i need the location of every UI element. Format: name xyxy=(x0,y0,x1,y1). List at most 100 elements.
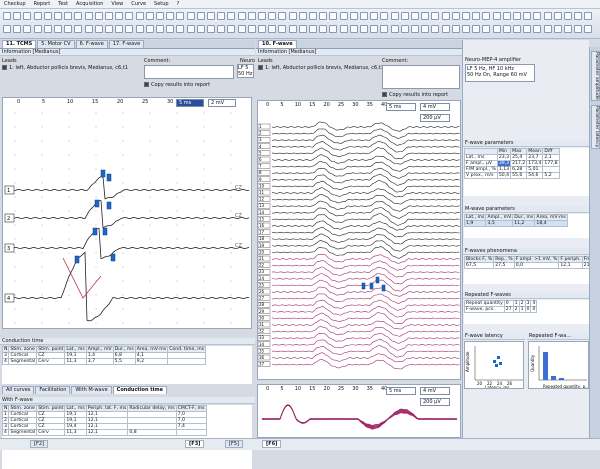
table-row[interactable]: 4SegmentalCerv11,312,10,8 xyxy=(3,430,207,436)
toolbar-tool-icon[interactable] xyxy=(299,12,307,20)
toolbar-tool-icon[interactable] xyxy=(23,25,31,33)
bottom-tab-f2[interactable]: [F2] xyxy=(30,440,48,448)
toolbar-tool-icon[interactable] xyxy=(564,12,572,20)
toolbar-tool-icon[interactable] xyxy=(289,25,297,33)
toolbar-tool-icon[interactable] xyxy=(574,25,582,33)
toolbar-tool-icon[interactable] xyxy=(258,25,266,33)
toolbar-tool-icon[interactable] xyxy=(176,12,184,20)
toolbar-tool-icon[interactable] xyxy=(187,12,195,20)
table-row[interactable]: 67,527,50,012,121,5 xyxy=(465,263,600,269)
overlay-time-div-select[interactable]: 5 ms xyxy=(386,387,416,395)
table-row[interactable]: F ampl., µV39,3217,2173,4177,8 xyxy=(465,161,560,167)
menu-report[interactable]: Report xyxy=(34,1,51,7)
bottom-tab-f6[interactable]: [F6] xyxy=(262,440,281,448)
toolbar-tool-icon[interactable] xyxy=(105,25,113,33)
fwave-copy-checkbox[interactable] xyxy=(382,92,387,97)
lead-checkbox[interactable] xyxy=(2,65,7,70)
tab-tcms[interactable]: 11. TCMS xyxy=(2,40,36,48)
table-row[interactable]: V prox., m/s50,455,654,65,2 xyxy=(465,173,560,179)
toolbar-tool-icon[interactable] xyxy=(421,12,429,20)
toolbar-tool-icon[interactable] xyxy=(431,12,439,20)
toolbar-tool-icon[interactable] xyxy=(13,25,21,33)
toolbar-tool-icon[interactable] xyxy=(380,12,388,20)
toolbar-tool-icon[interactable] xyxy=(238,12,246,20)
toolbar-tool-icon[interactable] xyxy=(289,12,297,20)
toolbar-tool-icon[interactable] xyxy=(74,12,82,20)
toolbar-tool-icon[interactable] xyxy=(115,12,123,20)
toolbar-tool-icon[interactable] xyxy=(136,25,144,33)
toolbar-tool-icon[interactable] xyxy=(74,25,82,33)
tcms-plot[interactable]: 1CZ2CZ3CZ4 xyxy=(2,97,252,329)
toolbar-tool-icon[interactable] xyxy=(115,25,123,33)
toolbar-tool-icon[interactable] xyxy=(340,12,348,20)
toolbar-tool-icon[interactable] xyxy=(584,12,592,20)
toolbar-tool-icon[interactable] xyxy=(268,25,276,33)
toolbar-tool-icon[interactable] xyxy=(23,12,31,20)
toolbar-tool-icon[interactable] xyxy=(574,12,582,20)
toolbar-tool-icon[interactable] xyxy=(187,25,195,33)
table-row[interactable]: 1,93,511,218,4 xyxy=(465,221,568,227)
toolbar-tool-icon[interactable] xyxy=(523,12,531,20)
fwave-gain1-select[interactable]: 4 mV xyxy=(420,103,450,111)
toolbar-tool-icon[interactable] xyxy=(95,12,103,20)
comment-field[interactable] xyxy=(144,65,234,79)
toolbar-tool-icon[interactable] xyxy=(503,25,511,33)
fwave-copy-option[interactable]: Copy results into report xyxy=(382,92,448,98)
toolbar-tool-icon[interactable] xyxy=(156,25,164,33)
toolbar-tool-icon[interactable] xyxy=(319,25,327,33)
toolbar-tool-icon[interactable] xyxy=(166,12,174,20)
toolbar-tool-icon[interactable] xyxy=(54,12,62,20)
toolbar-tool-icon[interactable] xyxy=(44,25,52,33)
toolbar-tool-icon[interactable] xyxy=(64,25,72,33)
menu-help[interactable]: ? xyxy=(177,1,180,7)
toolbar-tool-icon[interactable] xyxy=(554,25,562,33)
sub-tab-all-curves[interactable]: All curves xyxy=(2,386,34,394)
toolbar-tool-icon[interactable] xyxy=(472,12,480,20)
toolbar-tool-icon[interactable] xyxy=(34,25,42,33)
toolbar-tool-icon[interactable] xyxy=(166,25,174,33)
toolbar-tool-icon[interactable] xyxy=(462,12,470,20)
toolbar-tool-icon[interactable] xyxy=(370,12,378,20)
toolbar-tool-icon[interactable] xyxy=(411,12,419,20)
toolbar-tool-icon[interactable] xyxy=(513,25,521,33)
toolbar-tool-icon[interactable] xyxy=(197,25,205,33)
toolbar-tool-icon[interactable] xyxy=(3,25,11,33)
toolbar-tool-icon[interactable] xyxy=(391,25,399,33)
tcms-gain-select[interactable]: 2 mV xyxy=(208,99,236,107)
toolbar-tool-icon[interactable] xyxy=(391,12,399,20)
sub-tab-conduction-time[interactable]: Conduction time xyxy=(113,386,167,394)
toolbar-tool-icon[interactable] xyxy=(452,25,460,33)
toolbar-tool-icon[interactable] xyxy=(85,12,93,20)
side-tab-latency[interactable]: Parameter latency xyxy=(591,105,600,149)
toolbar-tool-icon[interactable] xyxy=(503,12,511,20)
toolbar-tool-icon[interactable] xyxy=(482,12,490,20)
toolbar-tool-icon[interactable] xyxy=(309,12,317,20)
toolbar-tool-icon[interactable] xyxy=(544,12,552,20)
toolbar-tool-icon[interactable] xyxy=(401,25,409,33)
toolbar-tool-icon[interactable] xyxy=(544,25,552,33)
toolbar-tool-icon[interactable] xyxy=(554,12,562,20)
toolbar-tool-icon[interactable] xyxy=(319,12,327,20)
toolbar-tool-icon[interactable] xyxy=(125,25,133,33)
tcms-time-div-select[interactable]: 5 ms xyxy=(176,99,204,107)
sub-tab-facilitation[interactable]: Facilitation xyxy=(35,386,70,394)
toolbar-tool-icon[interactable] xyxy=(85,25,93,33)
toolbar-tool-icon[interactable] xyxy=(442,12,450,20)
tab-f-wave-17[interactable]: 17. F-wave xyxy=(109,40,144,48)
menu-acquisition[interactable]: Acquisition xyxy=(76,1,103,7)
toolbar-tool-icon[interactable] xyxy=(340,25,348,33)
toolbar-tool-icon[interactable] xyxy=(64,12,72,20)
toolbar-tool-icon[interactable] xyxy=(54,25,62,33)
copy-checkbox[interactable] xyxy=(144,82,149,87)
bottom-tab-f5[interactable]: [F5] xyxy=(225,440,243,448)
toolbar-tool-icon[interactable] xyxy=(146,12,154,20)
toolbar-tool-icon[interactable] xyxy=(411,25,419,33)
copy-results-option[interactable]: Copy results into report xyxy=(144,82,210,88)
toolbar-tool-icon[interactable] xyxy=(421,25,429,33)
fwave-time-div-select[interactable]: 5 ms xyxy=(386,103,416,111)
toolbar-tool-icon[interactable] xyxy=(227,12,235,20)
overlay-gain2-select[interactable]: 200 µV xyxy=(420,398,450,406)
toolbar-tool-icon[interactable] xyxy=(227,25,235,33)
toolbar-tool-icon[interactable] xyxy=(105,12,113,20)
sub-tab-with-m-wave[interactable]: With M-wave xyxy=(71,386,111,394)
